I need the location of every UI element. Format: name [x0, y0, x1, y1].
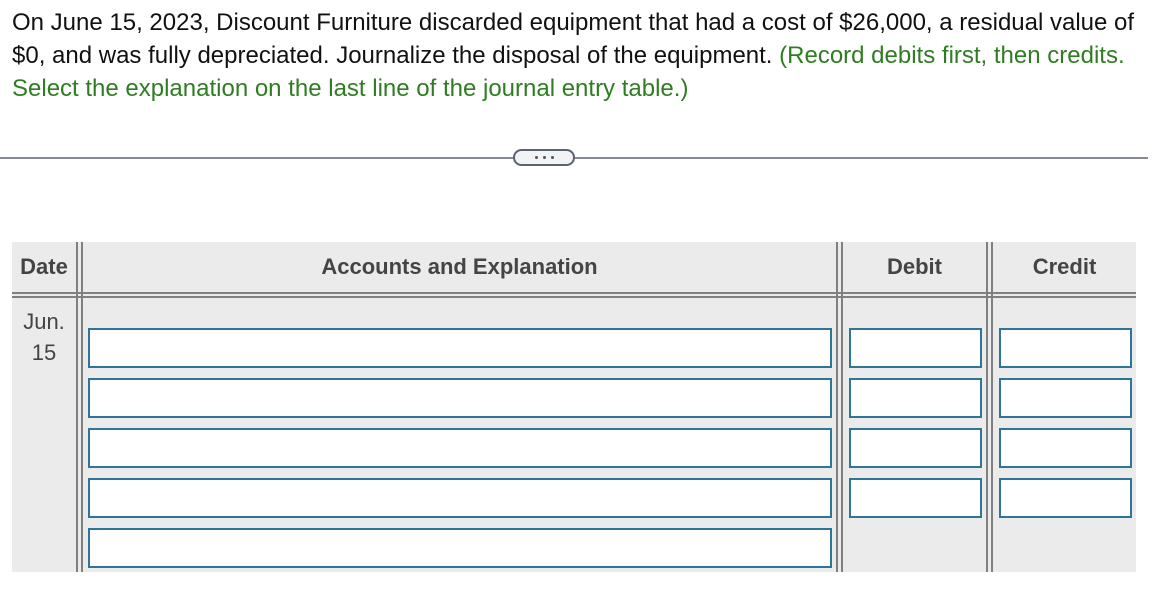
credit-input-2[interactable]: [999, 378, 1132, 418]
credit-input-4[interactable]: [999, 478, 1132, 518]
account-input-4[interactable]: [88, 478, 832, 518]
header-date: Date: [20, 254, 68, 279]
ellipsis-icon: [534, 156, 538, 159]
expand-button[interactable]: [513, 149, 575, 166]
header-debit: Debit: [887, 254, 942, 279]
journal-entry-table: Date Accounts and Explanation Debit Cred…: [12, 242, 1136, 572]
header-accounts: Accounts and Explanation: [321, 254, 598, 279]
account-input-2[interactable]: [88, 378, 832, 418]
debit-input-4[interactable]: [849, 478, 982, 518]
header-divider: [12, 292, 1136, 298]
header-credit: Credit: [1032, 254, 1097, 279]
debit-input-1[interactable]: [849, 328, 982, 368]
explanation-input[interactable]: [88, 528, 832, 568]
date-day: 15: [31, 340, 57, 365]
credit-input-1[interactable]: [999, 328, 1132, 368]
debit-input-2[interactable]: [849, 378, 982, 418]
entry-date: Jun. 15: [12, 306, 76, 368]
credit-input-3[interactable]: [999, 428, 1132, 468]
ellipsis-icon: [550, 156, 554, 159]
account-input-1[interactable]: [88, 328, 832, 368]
date-month: Jun.: [23, 309, 65, 334]
question-text: On June 15, 2023, Discount Furniture dis…: [12, 6, 1152, 105]
ellipsis-icon: [542, 156, 546, 159]
account-input-3[interactable]: [88, 428, 832, 468]
debit-input-3[interactable]: [849, 428, 982, 468]
